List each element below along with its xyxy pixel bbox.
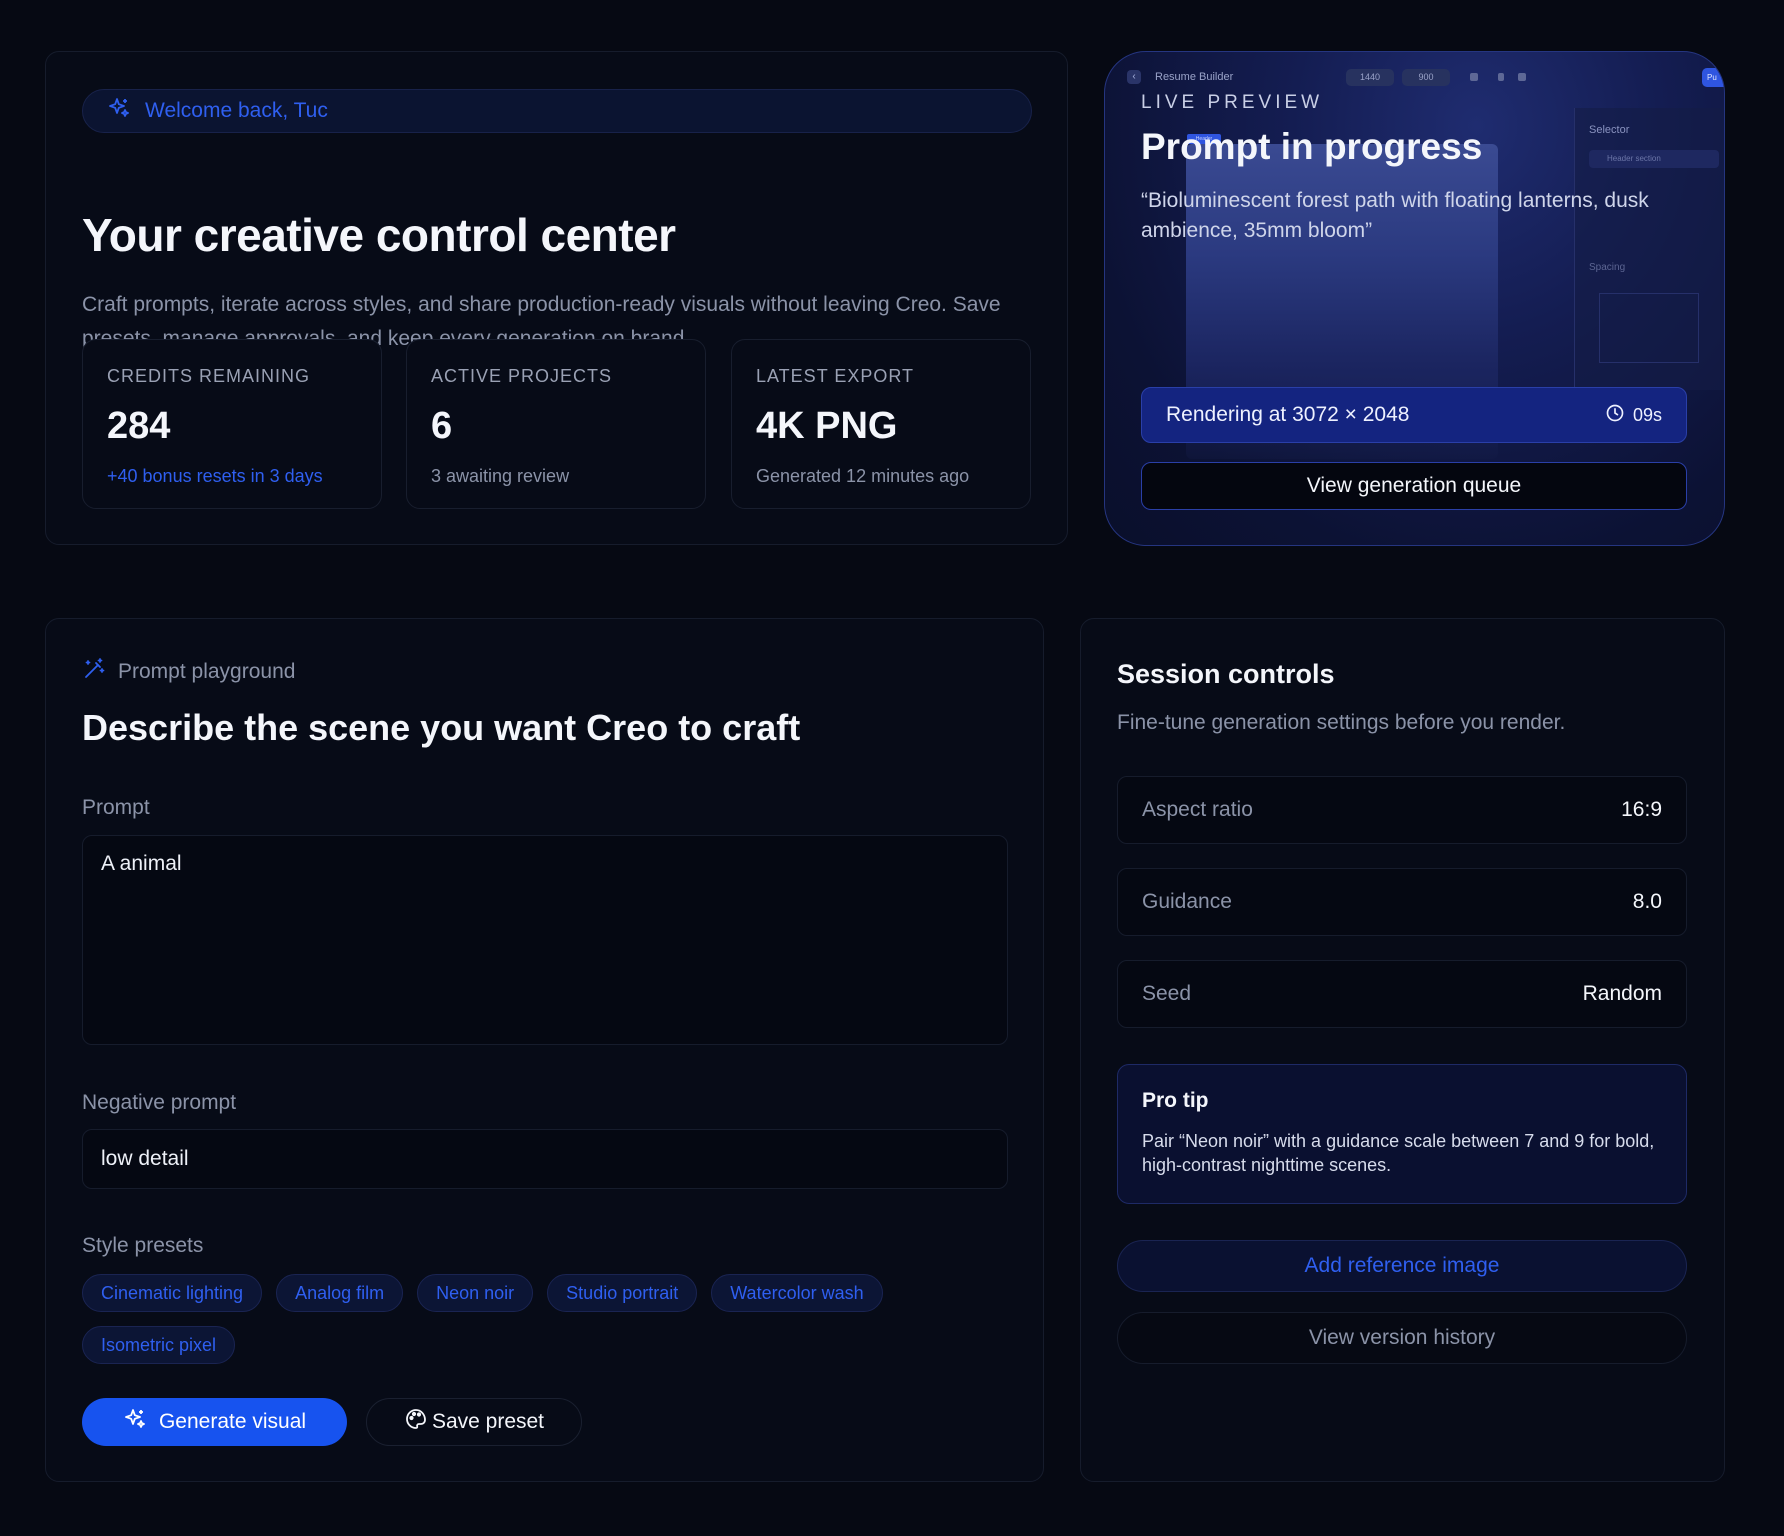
add-reference-image-button[interactable]: Add reference image [1117,1240,1687,1292]
preset-chip-neon-noir[interactable]: Neon noir [417,1274,534,1312]
preset-chip-watercolor-wash[interactable]: Watercolor wash [711,1274,883,1312]
render-timer: 09s [1605,403,1662,428]
setting-value: 16:9 [1621,798,1662,821]
timer-value: 09s [1632,404,1662,425]
save-preset-label: Save preset [431,1410,545,1433]
publish-button: Pu [1702,68,1724,87]
stat-label: CREDITS REMAINING [107,366,311,386]
view-queue-button[interactable]: View generation queue [1141,462,1687,510]
prompt-textarea[interactable]: A animal [82,835,1008,1045]
setting-value: Random [1582,982,1662,1005]
playground-label: Prompt playground [118,660,296,683]
setting-guidance[interactable]: Guidance 8.0 [1117,868,1687,936]
pro-tip-title: Pro tip [1142,1089,1209,1112]
preview-quote: “Bioluminescent forest path with floatin… [1141,189,1649,242]
back-icon: ‹ [1127,70,1141,84]
panel-spacing: Spacing [1589,262,1626,273]
negative-prompt-input[interactable]: low detail [82,1129,1008,1189]
generate-label: Generate visual [158,1410,307,1433]
preview-eyebrow: LIVE PREVIEW [1141,92,1324,113]
monitor-icon [1470,73,1478,81]
prompt-label: Prompt [82,796,150,819]
page-title: Your creative control center [82,209,676,261]
sparkle-icon [123,1407,147,1437]
setting-seed[interactable]: Seed Random [1117,960,1687,1028]
prompt-playground-card: Prompt playground Describe the scene you… [45,618,1044,1482]
playground-eyebrow: Prompt playground [82,657,295,687]
magic-wand-icon [82,657,106,687]
pro-tip-body: Pair “Neon noir” with a guidance scale b… [1142,1131,1655,1175]
stat-credits: CREDITS REMAINING 284 +40 bonus resets i… [82,339,382,509]
height-chip: 900 [1402,69,1450,86]
stat-label: LATEST EXPORT [756,366,915,386]
save-preset-button[interactable]: Save preset [366,1398,582,1446]
preset-chip-studio-portrait[interactable]: Studio portrait [547,1274,698,1312]
session-title: Session controls [1117,659,1335,689]
welcome-pill: Welcome back, Tuc [82,89,1032,133]
preset-chip-analog-film[interactable]: Analog film [276,1274,404,1312]
panel-title: Selector [1589,124,1630,136]
preview-app-name: Resume Builder [1155,71,1234,83]
style-presets: Cinematic lighting Analog film Neon noir… [82,1274,982,1364]
stat-label: ACTIVE PROJECTS [431,366,613,386]
preview-side-panel: Selector Header section Spacing [1574,108,1724,390]
preset-chip-isometric-pixel[interactable]: Isometric pixel [82,1326,236,1364]
style-presets-label: Style presets [82,1234,204,1257]
stat-projects: ACTIVE PROJECTS 6 3 awaiting review [406,339,706,509]
setting-key: Guidance [1142,890,1232,913]
hero-card: Welcome back, Tuc Your creative control … [45,51,1068,545]
setting-aspect-ratio[interactable]: Aspect ratio 16:9 [1117,776,1687,844]
welcome-text: Welcome back, Tuc [145,99,328,122]
stat-value: 284 [107,405,171,447]
render-status: Rendering at 3072 × 2048 09s [1141,387,1687,443]
clock-icon [1605,403,1625,428]
setting-key: Seed [1142,982,1192,1005]
setting-value: 8.0 [1632,890,1662,913]
negative-prompt-label: Negative prompt [82,1091,237,1114]
width-chip: 1440 [1346,69,1394,86]
session-controls-card: Session controls Fine-tune generation se… [1080,618,1725,1482]
stat-sub: 3 awaiting review [431,466,570,486]
session-description: Fine-tune generation settings before you… [1117,711,1566,734]
generate-visual-button[interactable]: Generate visual [82,1398,347,1446]
render-text: Rendering at 3072 × 2048 [1166,403,1410,426]
view-version-history-button[interactable]: View version history [1117,1312,1687,1364]
stat-value: 4K PNG [756,405,898,447]
stat-value: 6 [431,405,453,447]
pro-tip: Pro tip Pair “Neon noir” with a guidance… [1117,1064,1687,1204]
tablet-icon [1498,73,1504,81]
spacing-box [1599,293,1699,363]
preview-title: Prompt in progress [1141,126,1483,167]
preset-chip-cinematic-lighting[interactable]: Cinematic lighting [82,1274,263,1312]
palette-icon [404,1407,428,1437]
setting-key: Aspect ratio [1142,798,1253,821]
playground-title: Describe the scene you want Creo to craf… [82,707,801,748]
phone-icon [1518,73,1526,81]
live-preview-card: ‹ Resume Builder 1440 900 Pu Selector He… [1104,51,1725,546]
sparkle-icon [107,96,131,126]
stat-export: LATEST EXPORT 4K PNG Generated 12 minute… [731,339,1031,509]
preview-app-bar: ‹ Resume Builder 1440 900 Pu [1127,66,1724,88]
stat-sub: Generated 12 minutes ago [756,466,970,486]
panel-row: Header section [1589,150,1719,168]
stat-sub: +40 bonus resets in 3 days [107,466,323,486]
